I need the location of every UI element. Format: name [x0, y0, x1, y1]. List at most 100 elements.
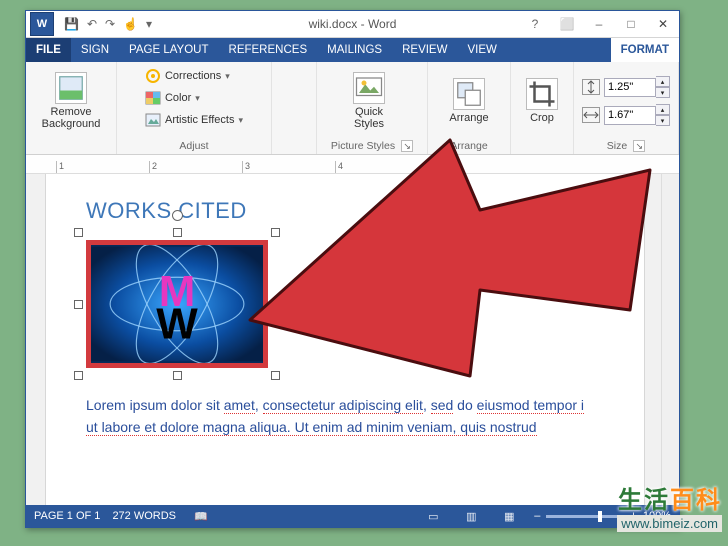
ruler-tick: 4: [335, 161, 428, 173]
height-row: ▴▾: [582, 76, 670, 98]
artistic-effects-icon: [145, 112, 161, 128]
crop-label: Crop: [530, 112, 554, 124]
group-label-picture-styles: Picture Styles↘: [331, 138, 413, 154]
group-remove-background: Remove Background: [26, 62, 117, 154]
dialog-launcher-icon[interactable]: ↘: [633, 140, 645, 152]
proofing-icon[interactable]: 📖: [188, 508, 214, 524]
tab-review[interactable]: REVIEW: [392, 38, 457, 62]
print-layout-icon[interactable]: ▥: [458, 508, 484, 524]
tab-mailings[interactable]: MAILINGS: [317, 38, 392, 62]
width-input[interactable]: ▴▾: [604, 104, 670, 126]
maximize-icon[interactable]: □: [615, 13, 647, 35]
zoom-out-icon[interactable]: –: [534, 510, 540, 522]
stage: W 💾 ↶ ↷ ☝ ▾ wiki.docx - Word ? ⬜ – □ ✕ F…: [0, 0, 728, 546]
group-label-empty: [70, 138, 73, 154]
word-count[interactable]: 272 WORDS: [112, 510, 176, 522]
group-label-arrange: Arrange: [450, 138, 487, 154]
help-icon[interactable]: ?: [519, 13, 551, 35]
ribbon-display-icon[interactable]: ⬜: [551, 13, 583, 35]
image-graphic: M W: [91, 245, 263, 363]
tab-file[interactable]: FILE: [26, 38, 71, 62]
svg-text:W: W: [156, 299, 198, 348]
quick-styles-button[interactable]: Quick Styles: [337, 72, 401, 130]
artistic-effects-button[interactable]: Artistic Effects ▾: [145, 112, 243, 128]
qat-dropdown-icon[interactable]: ▾: [146, 17, 152, 31]
chevron-down-icon: ▾: [195, 93, 200, 104]
undo-icon[interactable]: ↶: [87, 17, 97, 31]
width-row: ▴▾: [582, 104, 670, 126]
status-bar: PAGE 1 OF 1 272 WORDS 📖 ▭ ▥ ▦ – + 100%: [26, 505, 679, 527]
body-text[interactable]: Lorem ipsum dolor sit amet, consectetur …: [86, 394, 604, 438]
group-arrange: Arrange Arrange: [428, 62, 511, 154]
group-crop: Crop: [511, 62, 574, 154]
remove-background-button[interactable]: Remove Background: [39, 72, 103, 130]
save-icon[interactable]: 💾: [64, 17, 79, 31]
height-input[interactable]: ▴▾: [604, 76, 670, 98]
tab-format[interactable]: FORMAT: [611, 38, 679, 62]
spin-up-icon[interactable]: ▴: [656, 76, 670, 87]
corrections-button[interactable]: Corrections ▾: [145, 68, 230, 84]
web-layout-icon[interactable]: ▦: [496, 508, 522, 524]
spelling-error: ut labore et dolore magna aliqua. Ut eni…: [86, 419, 537, 436]
zoom-slider[interactable]: [546, 515, 624, 518]
word-app-icon: W: [30, 12, 54, 36]
group-picture-styles: Quick Styles Picture Styles↘: [317, 62, 428, 154]
color-label: Color: [165, 92, 191, 104]
tab-references[interactable]: REFERENCES: [219, 38, 318, 62]
remove-background-label: Remove Background: [42, 106, 101, 130]
minimize-icon[interactable]: –: [583, 13, 615, 35]
dialog-launcher-icon[interactable]: ↘: [401, 140, 413, 152]
quick-access-toolbar: 💾 ↶ ↷ ☝ ▾: [58, 17, 158, 31]
page[interactable]: WORKS CITED: [46, 174, 644, 505]
read-mode-icon[interactable]: ▭: [420, 508, 446, 524]
vertical-scrollbar[interactable]: [661, 174, 679, 505]
crop-icon: [526, 78, 558, 110]
spin-down-icon[interactable]: ▾: [656, 87, 670, 98]
arrange-button[interactable]: Arrange: [441, 78, 497, 124]
width-icon: [582, 107, 600, 123]
group-label-adjust: Adjust: [179, 138, 208, 154]
tab-design[interactable]: SIGN: [71, 38, 119, 62]
ruler-tick: 5: [428, 161, 521, 173]
horizontal-ruler[interactable]: 1 2 3 4 5: [26, 155, 679, 174]
selected-image-container[interactable]: M W: [86, 240, 268, 368]
arrange-label: Arrange: [449, 112, 488, 124]
ruler-tick: 2: [149, 161, 242, 173]
group-size: ▴▾ ▴▾ Size↘: [574, 62, 679, 154]
watermark-url: www.bimeiz.com: [617, 515, 722, 532]
remove-background-icon: [55, 72, 87, 104]
page-indicator[interactable]: PAGE 1 OF 1: [34, 510, 100, 522]
corrections-label: Corrections: [165, 70, 221, 82]
group-label-size: Size↘: [607, 138, 645, 154]
spin-up-icon[interactable]: ▴: [656, 104, 670, 115]
group-adjust: Corrections ▾ Color ▾ Arti: [117, 62, 272, 154]
width-field[interactable]: [604, 106, 656, 125]
color-button[interactable]: Color ▾: [145, 90, 200, 106]
quick-styles-label: Quick Styles: [354, 106, 384, 130]
watermark-text: 生活百科: [617, 480, 722, 515]
document-area: WORKS CITED: [26, 174, 679, 505]
touch-mode-icon[interactable]: ☝: [123, 17, 138, 31]
arrange-icon: [453, 78, 485, 110]
watermark: 生活百科 www.bimeiz.com: [617, 480, 722, 532]
height-field[interactable]: [604, 78, 656, 97]
tab-view[interactable]: VIEW: [457, 38, 506, 62]
quick-styles-icon: [353, 72, 385, 104]
spelling-error: amet: [224, 397, 255, 414]
titlebar: W 💾 ↶ ↷ ☝ ▾ wiki.docx - Word ? ⬜ – □ ✕: [26, 11, 679, 38]
crop-button[interactable]: Crop: [522, 78, 562, 124]
redo-icon[interactable]: ↷: [105, 17, 115, 31]
ribbon: Remove Background Corrections ▾: [26, 62, 679, 155]
inserted-image[interactable]: M W: [86, 240, 268, 368]
tab-page-layout[interactable]: PAGE LAYOUT: [119, 38, 218, 62]
group-adjust-extra: [272, 62, 317, 154]
close-icon[interactable]: ✕: [647, 13, 679, 35]
spelling-error: consectetur adipiscing elit: [263, 397, 423, 414]
group-label-empty: [541, 138, 544, 154]
height-icon: [582, 79, 600, 95]
chevron-down-icon: ▾: [225, 71, 230, 82]
ruler-tick: 1: [56, 161, 149, 173]
spin-down-icon[interactable]: ▾: [656, 115, 670, 126]
chevron-down-icon: ▾: [238, 115, 243, 126]
word-window: W 💾 ↶ ↷ ☝ ▾ wiki.docx - Word ? ⬜ – □ ✕ F…: [25, 10, 680, 528]
